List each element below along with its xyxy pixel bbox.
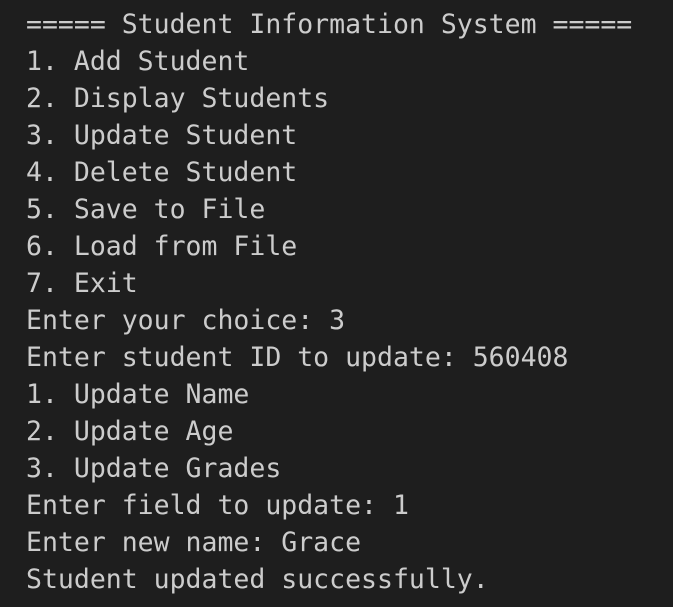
new-name-prompt-line: Enter new name: Grace	[26, 527, 362, 558]
choice-prompt-line: Enter your choice: 3	[26, 305, 346, 336]
system-title-line: ===== Student Information System =====	[26, 9, 633, 40]
update-option-age: 2. Update Age	[26, 416, 234, 447]
update-option-grades: 3. Update Grades	[26, 453, 282, 484]
student-id-prompt-line: Enter student ID to update: 560408	[26, 342, 569, 373]
menu-option-save-to-file: 5. Save to File	[26, 194, 266, 225]
success-message-line: Student updated successfully.	[26, 564, 489, 595]
menu-option-load-from-file: 6. Load from File	[26, 231, 298, 262]
terminal-window[interactable]: ===== Student Information System ===== 1…	[0, 0, 673, 607]
menu-option-display-students: 2. Display Students	[26, 83, 330, 114]
field-prompt-line: Enter field to update: 1	[26, 490, 409, 521]
menu-option-add-student: 1. Add Student	[26, 46, 250, 77]
menu-option-exit: 7. Exit	[26, 268, 138, 299]
menu-option-delete-student: 4. Delete Student	[26, 157, 298, 188]
menu-option-update-student: 3. Update Student	[26, 120, 298, 151]
update-option-name: 1. Update Name	[26, 379, 250, 410]
terminal-output: ===== Student Information System ===== 1…	[26, 6, 673, 598]
